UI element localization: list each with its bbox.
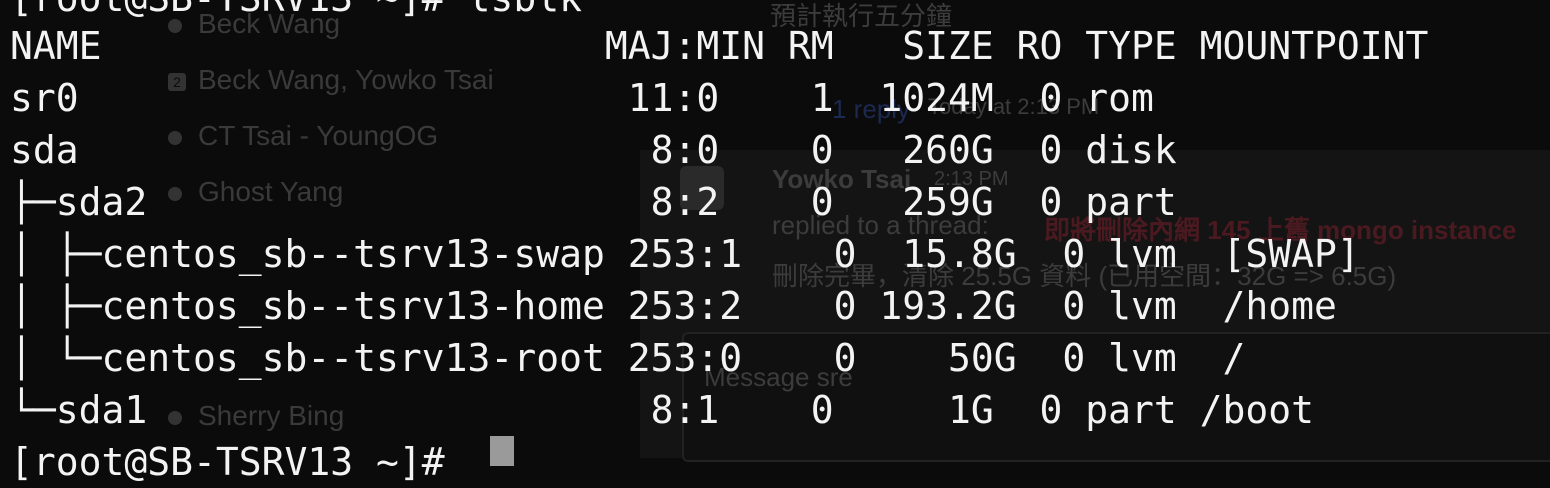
lsblk-row-home: │ ├─centos_sb--tsrv13-home 253:2 0 193.2… <box>10 284 1337 328</box>
lsblk-row-sda1: └─sda1 8:1 0 1G 0 part /boot <box>10 388 1315 432</box>
lsblk-row-swap: │ ├─centos_sb--tsrv13-swap 253:1 0 15.8G… <box>10 232 1360 276</box>
lsblk-row-sda: sda 8:0 0 260G 0 disk <box>10 128 1177 172</box>
lsblk-header-row: NAME MAJ:MIN RM SIZE RO TYPE MOUNTPOINT <box>10 24 1429 68</box>
lsblk-row-sda2: ├─sda2 8:2 0 259G 0 part <box>10 180 1177 224</box>
terminal-prompt-current: [root@SB-TSRV13 ~]# <box>10 440 468 484</box>
lsblk-row-root: │ └─centos_sb--tsrv13-root 253:0 0 50G 0… <box>10 336 1246 380</box>
terminal-cursor <box>490 436 514 466</box>
lsblk-row-sr0: sr0 11:0 1 1024M 0 rom <box>10 76 1154 120</box>
terminal-window[interactable]: [root@SB-TSRV13 ~]# lsblk NAME MAJ:MIN R… <box>0 0 1550 484</box>
